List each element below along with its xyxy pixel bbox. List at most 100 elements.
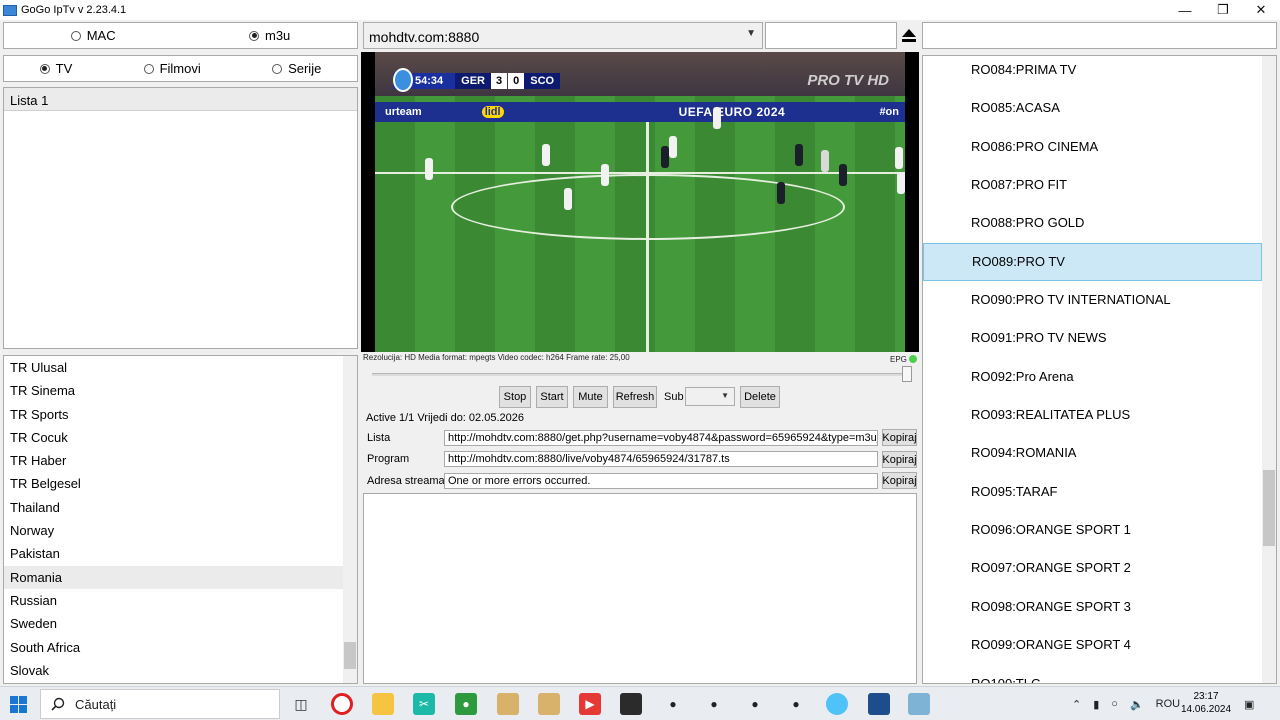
playlist-item[interactable]: Lista 1 xyxy=(4,88,357,111)
close-button[interactable]: ✕ xyxy=(1242,0,1280,20)
country-item[interactable]: TR Cocuk xyxy=(4,426,357,449)
country-item[interactable]: Norway xyxy=(4,519,357,542)
volume-slider[interactable] xyxy=(372,373,907,376)
stream-field[interactable]: One or more errors occurred. xyxy=(444,473,878,489)
country-item[interactable]: Russian xyxy=(4,589,357,612)
network-icon[interactable]: ○ xyxy=(1111,698,1118,710)
log-textarea[interactable] xyxy=(363,493,917,684)
country-item[interactable]: Sweden xyxy=(4,612,357,635)
channel-item[interactable]: RO086:PRO CINEMA xyxy=(923,128,1276,166)
scrollbar-thumb[interactable] xyxy=(344,642,356,669)
country-item[interactable]: TR Ulusal xyxy=(4,356,357,379)
country-item[interactable]: TR Sports xyxy=(4,403,357,426)
taskbar-search[interactable]: Căutați xyxy=(40,689,280,719)
chevron-up-icon[interactable]: ⌃ xyxy=(1072,698,1081,711)
stream-label: Adresa streama xyxy=(367,475,445,487)
copy-program-button[interactable]: Kopiraj xyxy=(882,451,917,468)
radio-m3u[interactable]: m3u xyxy=(249,28,290,43)
monitor-app-icon[interactable] xyxy=(868,693,890,715)
media-player-icon[interactable]: ▶ xyxy=(579,693,601,715)
incognito-icon[interactable]: ● xyxy=(744,693,766,715)
chevron-down-icon: ▼ xyxy=(746,28,756,39)
copy-stream-button[interactable]: Kopiraj xyxy=(882,472,917,489)
player xyxy=(897,172,905,194)
slider-thumb[interactable] xyxy=(902,366,912,382)
channel-item[interactable]: RO097:ORANGE SPORT 2 xyxy=(923,549,1276,587)
channel-item[interactable]: RO094:ROMANIA xyxy=(923,434,1276,472)
lista-field[interactable]: http://mohdtv.com:8880/get.php?username=… xyxy=(444,430,878,446)
channel-item-selected[interactable]: RO089:PRO TV xyxy=(923,242,1262,282)
country-item[interactable]: TR Haber xyxy=(4,449,357,472)
radio-filmovi[interactable]: Filmovi xyxy=(143,61,201,76)
refresh-button[interactable]: Refresh xyxy=(613,386,657,408)
channel-item[interactable]: RO091:PRO TV NEWS xyxy=(923,319,1276,357)
content-type-group: TV Filmovi Serije xyxy=(3,55,358,82)
country-item[interactable]: Thailand xyxy=(4,496,357,519)
channel-item[interactable]: RO099:ORANGE SPORT 4 xyxy=(923,626,1276,664)
channel-item[interactable]: RO090:PRO TV INTERNATIONAL xyxy=(923,281,1276,319)
channel-item[interactable]: RO095:TARAF xyxy=(923,473,1276,511)
channel-item[interactable]: RO096:ORANGE SPORT 1 xyxy=(923,511,1276,549)
task-view-icon[interactable]: ◫ xyxy=(290,693,312,715)
country-item[interactable]: TR Belgesel xyxy=(4,472,357,495)
scrollbar-thumb[interactable] xyxy=(1263,470,1275,546)
taskbar-clock[interactable]: 23:17 14.06.2024 xyxy=(1180,690,1232,716)
volume-icon[interactable]: 🔈 xyxy=(1130,698,1144,711)
server-select[interactable]: mohdtv.com:8880 ▼ xyxy=(363,22,763,49)
country-item[interactable]: South Africa xyxy=(4,636,357,659)
country-item[interactable]: Slovak xyxy=(4,659,357,682)
player xyxy=(425,158,433,180)
incognito-icon[interactable]: ● xyxy=(785,693,807,715)
player xyxy=(895,147,903,169)
stop-button[interactable]: Stop xyxy=(499,386,531,408)
euro-logo-icon xyxy=(393,68,413,92)
iptv-app-icon[interactable] xyxy=(908,693,930,715)
incognito-icon[interactable]: ● xyxy=(662,693,684,715)
channel-item[interactable]: RO092:Pro Arena xyxy=(923,358,1276,396)
channel-item[interactable]: RO084:PRIMA TV xyxy=(923,56,1276,89)
channel-item[interactable]: RO098:ORANGE SPORT 3 xyxy=(923,588,1276,626)
country-item[interactable]: Pakistan xyxy=(4,542,357,565)
scoreboard: 54:34 GER 3 0 SCO xyxy=(393,68,561,92)
channel-item[interactable]: RO093:REALITATEA PLUS xyxy=(923,396,1276,434)
windows-start-icon[interactable] xyxy=(10,696,27,713)
eject-icon[interactable] xyxy=(901,27,917,45)
network-app-icon[interactable] xyxy=(826,693,848,715)
radio-mac[interactable]: MAC xyxy=(70,28,116,43)
copy-lista-button[interactable]: Kopiraj xyxy=(882,429,917,446)
search-input[interactable] xyxy=(765,22,897,49)
channel-scrollbar[interactable] xyxy=(1262,56,1276,683)
channel-item[interactable]: RO087:PRO FIT xyxy=(923,166,1276,204)
video-player[interactable]: urteam lidl UEFA EURO 2024 #on 54:34 GER… xyxy=(361,52,919,352)
language-indicator[interactable]: ROU xyxy=(1156,698,1180,710)
user-app-icon[interactable] xyxy=(497,693,519,715)
mute-button[interactable]: Mute xyxy=(573,386,608,408)
file-explorer-icon[interactable] xyxy=(372,693,394,715)
channel-item[interactable]: RO088:PRO GOLD xyxy=(923,204,1276,242)
sub-label: Sub xyxy=(664,391,684,403)
terminal-icon[interactable] xyxy=(620,693,642,715)
filter-input[interactable] xyxy=(922,22,1277,49)
user-app-icon[interactable] xyxy=(538,693,560,715)
maximize-button[interactable]: ❐ xyxy=(1204,0,1242,20)
lock-app-icon[interactable]: ● xyxy=(455,693,477,715)
start-button[interactable]: Start xyxy=(536,386,568,408)
channel-item[interactable]: RO085:ACASA xyxy=(923,89,1276,127)
delete-button[interactable]: Delete xyxy=(740,386,780,408)
radio-serije[interactable]: Serije xyxy=(272,61,321,76)
player xyxy=(564,188,572,210)
country-scrollbar[interactable] xyxy=(343,356,357,683)
incognito-icon[interactable]: ● xyxy=(703,693,725,715)
notifications-icon[interactable]: ▣ xyxy=(1244,687,1254,720)
radio-tv[interactable]: TV xyxy=(39,61,72,76)
battery-icon[interactable]: ▮ xyxy=(1093,698,1099,711)
minimize-button[interactable]: — xyxy=(1166,0,1204,20)
lista-label: Lista xyxy=(367,432,391,444)
channel-item[interactable]: RO100:TLC xyxy=(923,665,1276,684)
country-item[interactable]: TR Sinema xyxy=(4,379,357,402)
program-field[interactable]: http://mohdtv.com:8880/live/voby4874/659… xyxy=(444,451,878,467)
opera-icon[interactable] xyxy=(331,693,353,715)
country-item-selected[interactable]: Romania xyxy=(4,565,357,589)
scissors-app-icon[interactable]: ✂ xyxy=(413,693,435,715)
subtitle-select[interactable]: ▼ xyxy=(685,387,735,406)
